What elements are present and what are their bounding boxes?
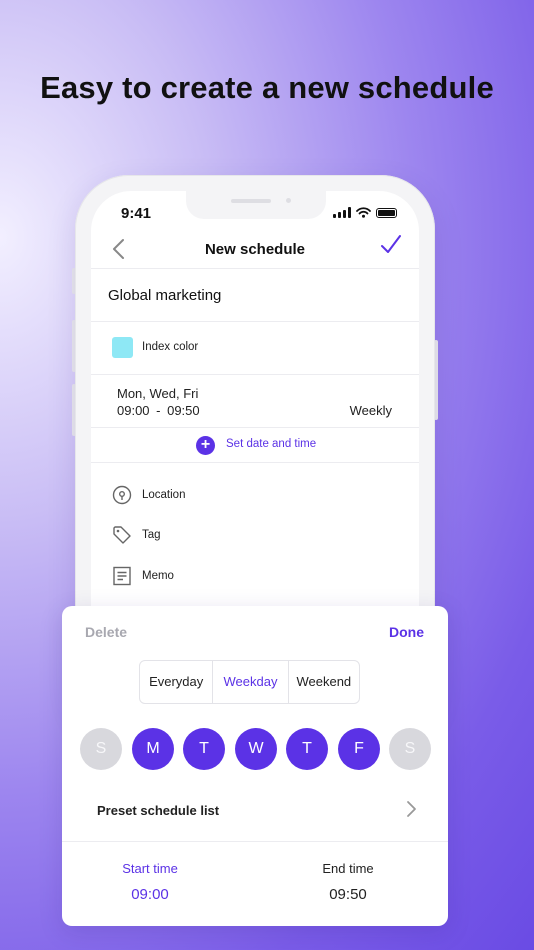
memo-icon (113, 566, 131, 586)
schedule-name-field[interactable]: Global marketing (91, 269, 419, 322)
speaker (231, 199, 271, 203)
segment-weekend[interactable]: Weekend (287, 661, 359, 703)
schedule-name-value: Global marketing (108, 287, 222, 304)
front-camera (286, 198, 291, 203)
delete-button[interactable]: Delete (85, 624, 127, 640)
set-date-time-button[interactable]: + Set date and time (91, 428, 419, 463)
start-time-picker[interactable]: Start time 09:00 (80, 861, 220, 903)
notch (186, 191, 326, 219)
index-color-label: Index color (142, 341, 199, 353)
headline: Easy to create a new schedule (40, 70, 494, 105)
status-time: 9:41 (121, 205, 152, 222)
preset-schedule-label: Preset schedule list (97, 803, 220, 818)
schedule-time-row[interactable]: Mon, Wed, Fri 09:00 - 09:50 Weekly (91, 375, 419, 428)
repeat-bottom-sheet: Delete Done Everyday Weekday Weekend S M… (62, 606, 448, 926)
day-sunday[interactable]: S (80, 728, 122, 770)
nav-bar: New schedule (91, 231, 419, 269)
day-friday[interactable]: F (338, 728, 380, 770)
segment-everyday[interactable]: Everyday (140, 661, 212, 703)
day-thursday[interactable]: T (286, 728, 328, 770)
tag-icon (113, 526, 131, 544)
tag-row[interactable]: Tag (91, 521, 419, 551)
page-title: New schedule (204, 241, 306, 258)
segment-weekday[interactable]: Weekday (212, 661, 287, 703)
end-time-value: 09:50 (329, 886, 367, 903)
schedule-repeat: Weekly (349, 403, 392, 418)
index-color-swatch[interactable] (112, 337, 133, 358)
set-date-time-label: Set date and time (226, 438, 317, 450)
day-monday[interactable]: M (132, 728, 174, 770)
schedule-days: Mon, Wed, Fri (117, 386, 199, 401)
schedule-time-range: 09:00 - 09:50 (117, 403, 200, 418)
index-color-row[interactable]: Index color (91, 322, 419, 375)
end-time-label: End time (322, 861, 374, 876)
done-button[interactable]: Done (389, 624, 424, 640)
chevron-right-icon (407, 801, 416, 817)
location-row[interactable]: Location (91, 481, 419, 511)
battery-icon (376, 208, 397, 218)
preset-schedule-list-row[interactable]: Preset schedule list (62, 794, 448, 842)
day-wednesday[interactable]: W (235, 728, 277, 770)
repeat-segmented-control: Everyday Weekday Weekend (139, 660, 360, 704)
memo-label: Memo (142, 570, 174, 582)
signal-icon (333, 207, 351, 218)
tag-label: Tag (142, 529, 161, 541)
location-pin-icon (112, 485, 132, 505)
memo-row[interactable]: Memo (91, 562, 419, 592)
end-time-picker[interactable]: End time 09:50 (278, 861, 418, 903)
start-time-value: 09:00 (131, 886, 169, 903)
location-label: Location (142, 489, 186, 501)
phone-screen: 9:41 New schedule Global marketing Index… (91, 191, 419, 631)
status-icons (333, 207, 397, 218)
day-tuesday[interactable]: T (183, 728, 225, 770)
checkmark-icon[interactable] (379, 232, 403, 258)
plus-icon: + (196, 436, 215, 455)
day-selector: S M T W T F S (80, 728, 432, 770)
start-time-label: Start time (122, 861, 178, 876)
wifi-icon (356, 207, 371, 218)
day-saturday[interactable]: S (389, 728, 431, 770)
